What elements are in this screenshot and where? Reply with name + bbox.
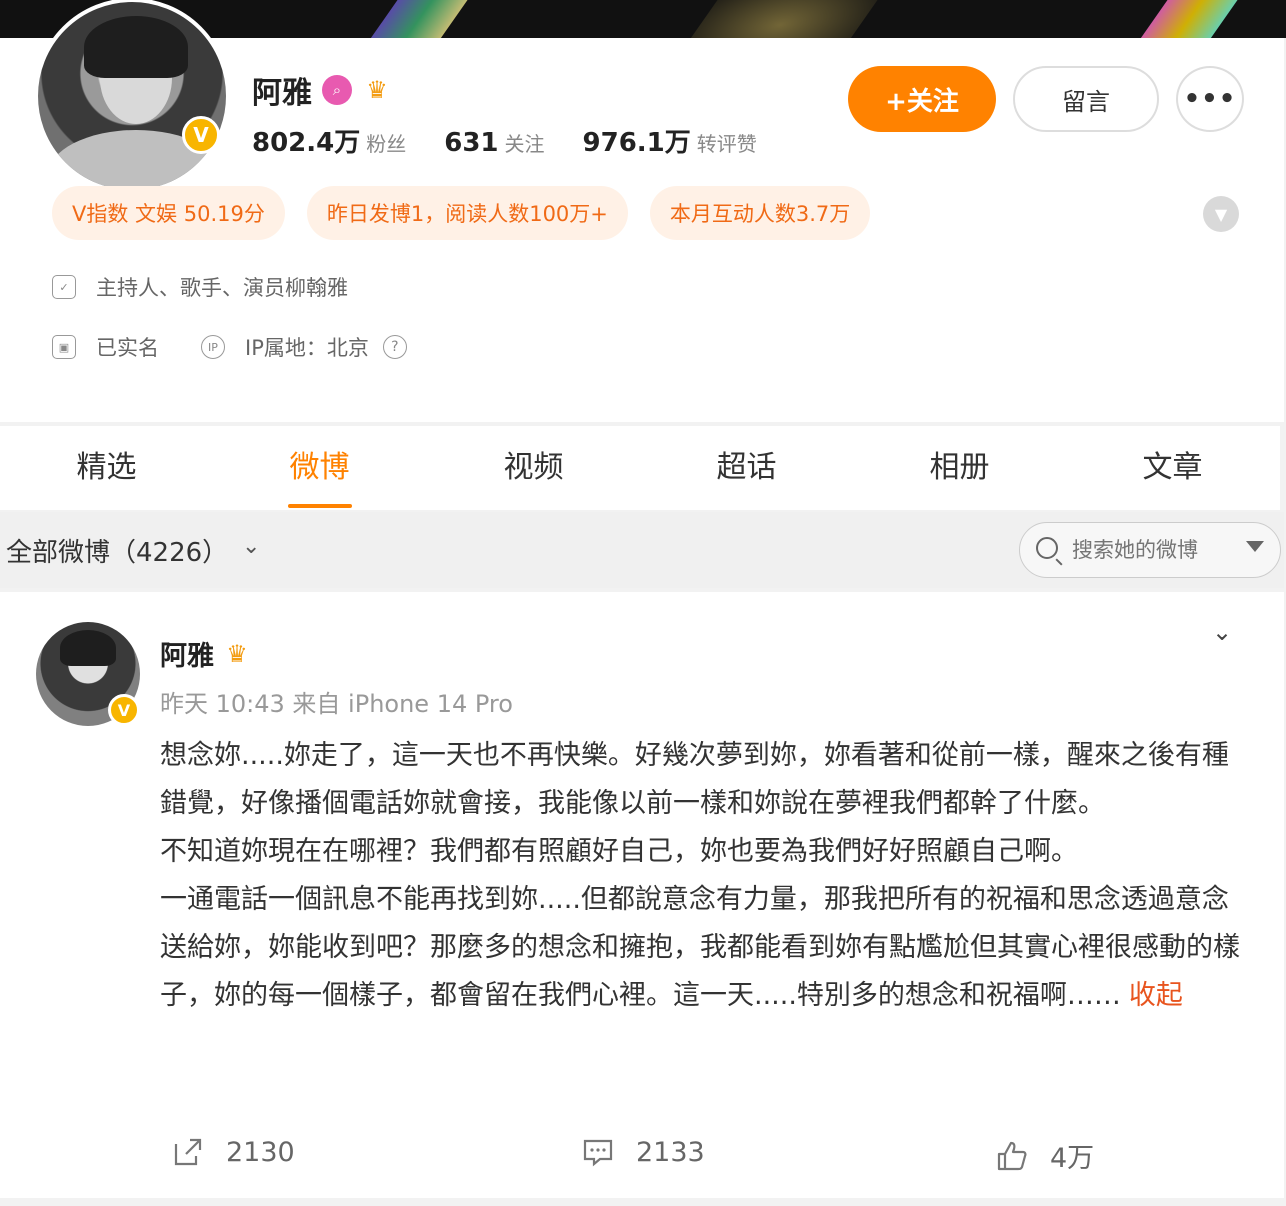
crown-icon[interactable]: ♛ (362, 76, 392, 104)
avatar[interactable] (34, 0, 230, 194)
name-row: 阿雅 ⌕ ♛ (252, 68, 392, 112)
avatar-hair (60, 630, 116, 666)
follow-button[interactable]: +关注 (848, 66, 996, 132)
chevron-down-icon[interactable]: ▼ (1203, 196, 1239, 232)
avatar-hair (84, 16, 188, 78)
crown-icon[interactable]: ♛ (222, 640, 252, 668)
profile-pills: V指数 文娱 50.19分 昨日发博1，阅读人数100万+ 本月互动人数3.7万 (52, 186, 871, 240)
ip-location: IP属地：北京 (245, 336, 369, 360)
post-meta: 昨天 10:43 来自 iPhone 14 Pro (160, 690, 513, 718)
tab-supertopic[interactable]: 超话 (640, 426, 853, 510)
post-paragraph-text: 一通電話一個訊息不能再找到妳.....但都說意念有力量，那我把所有的祝福和思念透… (160, 884, 1240, 1011)
stat-value: 976.1万 (582, 128, 691, 158)
stat-value: 631 (444, 128, 499, 158)
chevron-down-icon[interactable]: ⌄ (1212, 618, 1232, 646)
verified-text: 已实名 (96, 336, 159, 360)
search-box[interactable] (1019, 522, 1281, 578)
stat-followers[interactable]: 802.4万 粉丝 (252, 122, 406, 159)
message-button[interactable]: 留言 (1013, 66, 1159, 132)
bio-row: ✓ 主持人、歌手、演员柳翰雅 (52, 272, 348, 302)
help-icon[interactable]: ? (382, 335, 407, 359)
stat-label: 转评赞 (696, 132, 757, 156)
verified-v-icon: V (182, 116, 220, 154)
tab-label: 精选 (76, 450, 137, 485)
id-card-icon: ▣ (52, 335, 76, 359)
post-content: 想念妳.....妳走了，這一天也不再快樂。好幾次夢到妳，妳看著和從前一樣，醒來之… (160, 732, 1250, 1020)
all-posts-filter[interactable]: 全部微博（4226） (6, 532, 228, 569)
filter-bar: 全部微博（4226） ⌄ (0, 512, 1284, 588)
tab-label: 微博 (289, 450, 350, 485)
active-tab-underline (287, 504, 352, 508)
tab-label: 视频 (503, 450, 564, 485)
bio-text: 主持人、歌手、演员柳翰雅 (96, 276, 348, 300)
tab-weibo[interactable]: 微博 (213, 426, 426, 510)
tab-articles[interactable]: 文章 (1066, 426, 1279, 510)
post-paragraph: 不知道妳現在在哪裡？我們都有照顧好自己，妳也要為我們好好照顧自己啊。 (160, 836, 1078, 867)
stat-following[interactable]: 631 关注 (444, 128, 544, 158)
v-index-pill[interactable]: V指数 文娱 50.19分 (52, 186, 285, 240)
tab-video[interactable]: 视频 (427, 426, 640, 510)
post-paragraph: 一通電話一個訊息不能再找到妳.....但都說意念有力量，那我把所有的祝福和思念透… (160, 876, 1250, 1020)
post-author[interactable]: 阿雅 (160, 634, 214, 673)
monthly-interaction-pill[interactable]: 本月互动人数3.7万 (649, 186, 871, 240)
tab-label: 文章 (1142, 450, 1203, 485)
stat-interactions[interactable]: 976.1万 转评赞 (583, 122, 757, 159)
profile-card: V 阿雅 ⌕ ♛ 802.4万 粉丝 631 关注 976.1万 转评赞 +关注… (0, 0, 1284, 422)
post-actions: 2130 2133 4万 (0, 1132, 1284, 1182)
ip-icon: IP (201, 335, 225, 359)
like-count: 4万 (1050, 1143, 1095, 1174)
cover-decoration (348, 0, 482, 38)
tab-label: 相册 (929, 450, 990, 485)
tab-album[interactable]: 相册 (853, 426, 1066, 510)
more-options-button[interactable]: ••• (1176, 66, 1244, 132)
shield-icon: ✓ (52, 275, 76, 299)
thumbs-up-icon (996, 1140, 1028, 1172)
profile-stats: 802.4万 粉丝 631 关注 976.1万 转评赞 (252, 122, 795, 159)
collapse-link[interactable]: 收起 (1129, 980, 1183, 1011)
like-button[interactable]: 4万 (996, 1136, 1094, 1175)
cover-decoration (1118, 0, 1252, 38)
stat-label: 粉丝 (366, 132, 407, 156)
profile-name: 阿雅 (252, 76, 312, 111)
comment-count: 2133 (636, 1136, 705, 1168)
post-card: V 阿雅 ♛ 昨天 10:43 来自 iPhone 14 Pro ⌄ 想念妳..… (0, 592, 1284, 1198)
cover-decoration (668, 0, 892, 38)
tab-featured[interactable]: 精选 (0, 426, 213, 510)
verified-v-icon: V (108, 694, 140, 726)
comment-button[interactable]: 2133 (582, 1136, 705, 1168)
tab-label: 超话 (716, 450, 777, 485)
stat-label: 关注 (504, 132, 545, 156)
search-input[interactable] (1072, 531, 1242, 569)
repost-count: 2130 (226, 1136, 295, 1168)
repost-button[interactable]: 2130 (172, 1136, 295, 1168)
stat-value: 802.4万 (252, 128, 361, 158)
comment-icon (582, 1136, 614, 1168)
share-icon (172, 1136, 204, 1168)
post-header: 阿雅 ♛ (160, 634, 252, 673)
identity-row: ▣ 已实名 IP IP属地：北京 ? (52, 332, 407, 362)
profile-tabs: 精选 微博 视频 超话 相册 文章 (0, 426, 1280, 510)
daily-post-pill[interactable]: 昨日发博1，阅读人数100万+ (306, 186, 628, 240)
post-paragraph: 想念妳.....妳走了，這一天也不再快樂。好幾次夢到妳，妳看著和從前一樣，醒來之… (160, 740, 1229, 819)
search-icon (1036, 537, 1058, 559)
member-badge-icon[interactable]: ⌕ (322, 75, 352, 105)
caret-down-icon[interactable] (1246, 541, 1264, 552)
chevron-down-icon[interactable]: ⌄ (242, 534, 260, 559)
